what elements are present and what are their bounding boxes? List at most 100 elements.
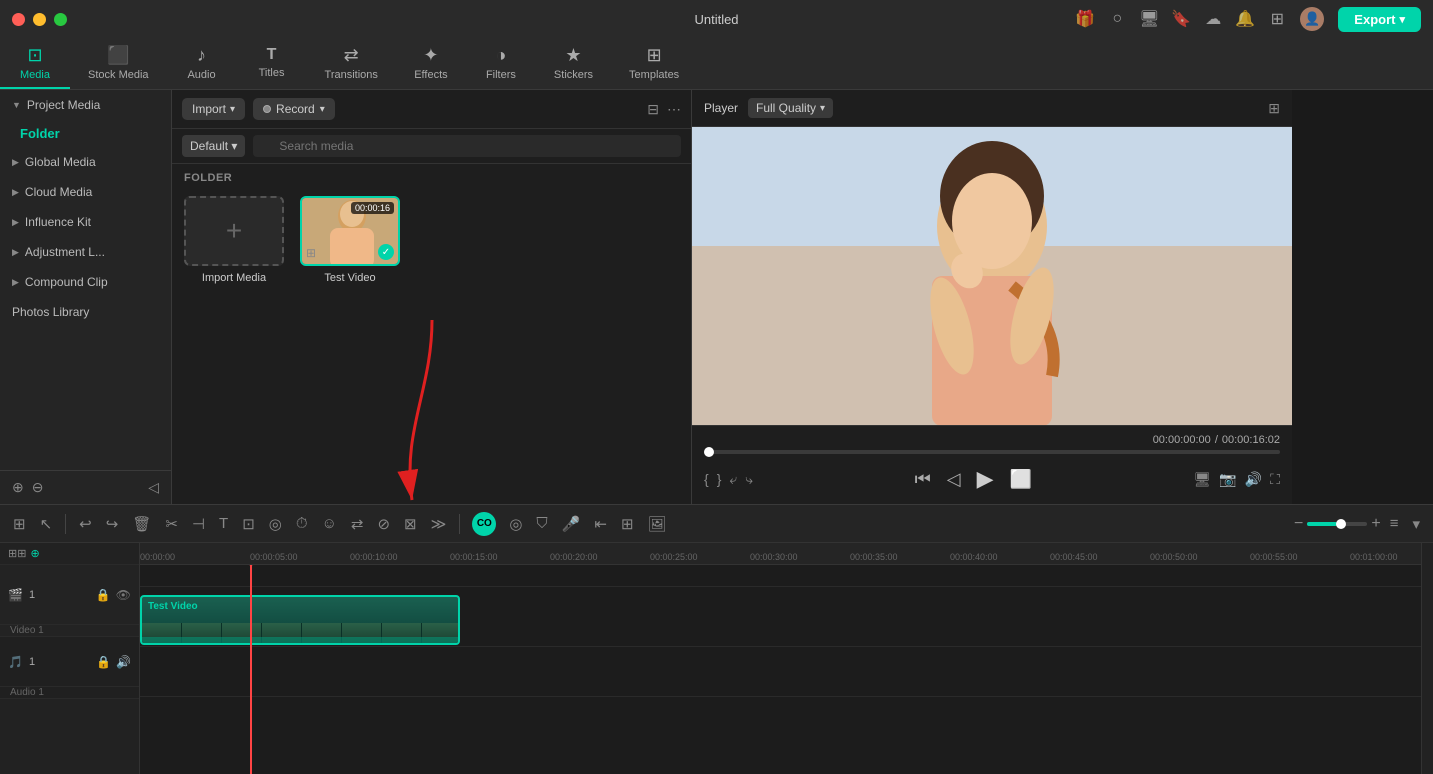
timer-button[interactable]: ⏱ [291,512,313,535]
close-button[interactable] [12,13,25,26]
cut-button[interactable]: ✂ [160,512,183,536]
circle-icon[interactable]: ○ [1108,10,1126,28]
more-options-icon[interactable]: ⋯ [667,101,681,118]
sidebar-item-cloud-media[interactable]: ▶ Cloud Media [0,177,171,207]
search-input[interactable] [253,135,681,157]
record-button[interactable]: Record [253,98,335,120]
collapse-icon[interactable]: ◁ [148,479,159,496]
import-button[interactable]: Import [182,98,245,120]
grid-icon[interactable]: ⊞ [1268,10,1286,28]
maximize-button[interactable] [54,13,67,26]
tab-templates[interactable]: ⊞ Templates [611,38,697,89]
timeline-scrollbar[interactable] [1421,543,1433,774]
add-folder-icon[interactable]: ⊕ [12,479,24,496]
frame-back-button[interactable]: ◁ [947,469,961,490]
shield-button[interactable]: ⛉ [531,512,552,535]
transition-button[interactable]: ⇄ [346,512,369,536]
play-button[interactable]: ▶ [977,466,994,492]
lock-icon[interactable]: 🔒 [96,588,111,602]
monitor-icon[interactable]: 🖥 [1140,10,1158,28]
backward-to-button[interactable]: ⤷ [745,471,753,488]
test-video-item[interactable]: 00:00:16 ⊞ ✓ Test Video [300,196,400,284]
tab-audio[interactable]: ♪ Audio [167,38,237,89]
layout-icon[interactable]: ⊞ [1268,100,1280,117]
stop-button[interactable]: ⬜ [1010,469,1032,490]
sidebar-item-adjustment[interactable]: ▶ Adjustment L... [0,237,171,267]
bell-icon[interactable]: 🔔 [1236,10,1254,28]
add-track-button[interactable]: ⊞ [8,512,31,536]
gift-icon[interactable]: 🎁 [1076,10,1094,28]
tab-transitions[interactable]: ⇄ Transitions [307,38,396,89]
mark-in-button[interactable]: { [704,471,709,488]
audio-lock-icon[interactable]: 🔒 [96,655,111,669]
circular-button[interactable]: ◎ [504,512,527,536]
progress-bar[interactable] [704,450,1280,454]
avatar-icon[interactable]: 👤 [1300,7,1324,31]
auto-ripple-button[interactable]: ⊘ [372,512,395,536]
default-sort-button[interactable]: Default ▾ [182,135,245,157]
app-title: Untitled [694,12,738,27]
text-tool-button[interactable]: T [214,512,233,535]
remove-folder-icon[interactable]: ⊖ [32,479,44,496]
zoom-out-button[interactable]: − [1294,515,1303,533]
tab-media[interactable]: ⊡ Media [0,38,70,89]
snapshot-icon[interactable]: 📷 [1219,471,1236,488]
titles-tab-label: Titles [259,67,285,79]
list-view-button[interactable]: ≡ [1385,512,1404,535]
sidebar-item-photos-library[interactable]: Photos Library [0,297,171,327]
quality-select[interactable]: Full Quality [748,98,833,118]
bookmark-icon[interactable]: 🔖 [1172,10,1190,28]
tab-effects[interactable]: ✦ Effects [396,38,466,89]
transitions-tab-label: Transitions [325,69,378,81]
screen-button[interactable]: ⊞ [616,512,639,536]
tab-titles[interactable]: T Titles [237,38,307,89]
expand-button[interactable]: ▾ [1407,512,1425,536]
add-video-track-icon[interactable]: ⊞ [8,547,17,560]
step-back-button[interactable]: ⏮ [915,469,931,490]
sidebar-item-folder[interactable]: Folder [0,120,171,147]
sidebar-item-influence-kit[interactable]: ▶ Influence Kit [0,207,171,237]
fit-button[interactable]: ⊠ [399,512,422,536]
volume-icon[interactable]: 🔊 [1245,471,1262,488]
monitor-icon[interactable]: 🖥 [1194,471,1212,488]
sidebar-item-global-media[interactable]: ▶ Global Media [0,147,171,177]
forward-to-button[interactable]: ⤶ [729,471,737,488]
export-button[interactable]: Export [1338,7,1421,32]
delete-button[interactable]: 🗑 [127,512,156,536]
fullscreen-icon[interactable]: ⛶ [1270,471,1280,488]
filter-icon[interactable]: ⊟ [647,101,659,118]
sidebar-item-project-media[interactable]: ▼ Project Media [0,90,171,120]
video-preview [692,127,1292,425]
select-tool-button[interactable]: ↖ [35,512,58,536]
timeline-playhead[interactable] [250,565,252,774]
video-clip[interactable]: Test Video [140,595,460,645]
sidebar-item-compound-clip[interactable]: ▶ Compound Clip [0,267,171,297]
audio-mute-icon[interactable]: 🔊 [116,655,131,669]
tab-filters[interactable]: ◑ Filters [466,38,536,89]
import-media-item[interactable]: + Import Media [184,196,284,284]
zoom-in-button[interactable]: + [1371,515,1380,533]
picture-button[interactable]: 🖼 [643,512,672,536]
crop-button[interactable]: ⊡ [237,512,260,536]
eye-icon[interactable]: 👁 [116,588,131,602]
zoom-slider-handle[interactable] [1336,519,1346,529]
minimize-button[interactable] [33,13,46,26]
transition2-button[interactable]: ⇤ [589,512,612,536]
more-button[interactable]: ≫ [426,512,452,536]
redo-button[interactable]: ↪ [101,512,124,536]
tab-stock-media[interactable]: ⬛ Stock Media [70,38,167,89]
ruler-mark-1: 00:00:05:00 [250,552,298,562]
zoom-slider[interactable] [1307,522,1367,526]
mic-button[interactable]: 🎤 [557,512,586,536]
mark-out-button[interactable]: } [717,471,722,488]
add-audio-track-icon[interactable]: ⊞ [17,547,26,560]
emoji-button[interactable]: ☺ [317,512,342,535]
auto-sync-icon[interactable]: ⊕ [30,547,39,560]
titlebar: Untitled 🎁 ○ 🖥 🔖 ☁ 🔔 ⊞ 👤 Export [0,0,1433,38]
mask-button[interactable]: ◎ [264,512,287,536]
undo-button[interactable]: ↩ [74,512,97,536]
tab-stickers[interactable]: ★ Stickers [536,38,611,89]
cloud-icon[interactable]: ☁ [1204,10,1222,28]
split-button[interactable]: ⊣ [187,512,210,536]
progress-handle[interactable] [704,447,714,457]
